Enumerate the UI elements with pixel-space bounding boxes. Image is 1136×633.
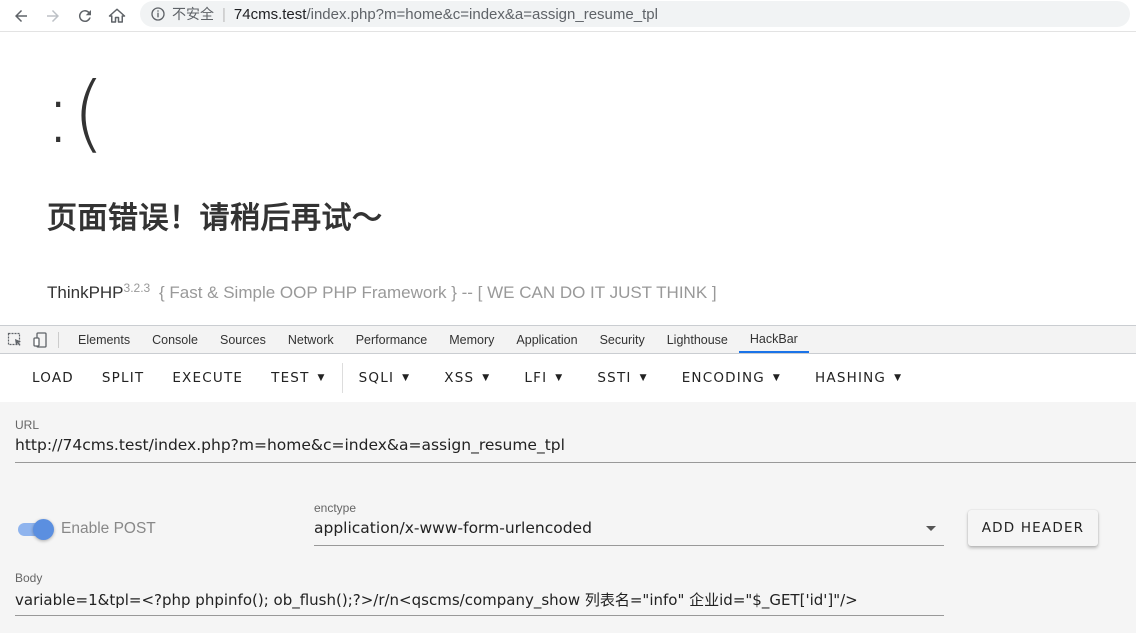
tab-performance[interactable]: Performance [345, 326, 439, 353]
tab-memory[interactable]: Memory [438, 326, 505, 353]
caret-down-icon: ▼ [555, 373, 564, 383]
caret-down-icon: ▼ [894, 373, 903, 383]
device-icon [33, 331, 47, 348]
lfi-dropdown[interactable]: LFI ▼ [510, 360, 577, 396]
error-message: 页面错误！请稍后再试～ [47, 201, 383, 236]
toggle-knob [33, 519, 54, 540]
reload-button[interactable] [69, 2, 101, 30]
address-separator: | [222, 5, 226, 23]
encoding-dropdown[interactable]: ENCODING ▼ [668, 360, 795, 396]
url-host: 74cms.test [233, 5, 307, 23]
framework-link[interactable]: ThinkPHP [47, 283, 124, 302]
body-field-label: Body [15, 571, 43, 585]
home-button[interactable] [101, 2, 133, 30]
browser-toolbar: 不安全 | 74cms.test /index.php?m=home&c=ind… [0, 0, 1136, 32]
tab-lighthouse[interactable]: Lighthouse [656, 326, 739, 353]
tab-console[interactable]: Console [141, 326, 209, 353]
sad-face: :( [44, 64, 106, 162]
sqli-dropdown-label: SQLI [358, 370, 395, 386]
enctype-label: enctype [314, 501, 357, 515]
arrow-right-icon [47, 9, 59, 22]
ssti-dropdown[interactable]: SSTI ▼ [583, 360, 661, 396]
enctype-select[interactable]: application/x-www-form-urlencoded [314, 519, 592, 537]
body-field[interactable]: variable=1&tpl=<?php phpinfo(); ob_flush… [15, 589, 858, 610]
reload-icon [78, 9, 91, 22]
tab-elements[interactable]: Elements [67, 326, 141, 353]
forward-button[interactable] [37, 2, 69, 30]
tab-application[interactable]: Application [505, 326, 588, 353]
tab-security[interactable]: Security [589, 326, 656, 353]
body-field-underline [15, 615, 944, 616]
caret-down-icon: ▼ [482, 373, 491, 383]
hackbar-form: URL http://74cms.test/index.php?m=home&c… [0, 402, 1136, 633]
add-header-button[interactable]: ADD HEADER [968, 510, 1098, 546]
devtools-panel: Elements Console Sources Network Perform… [0, 325, 1136, 633]
devtools-tabbar: Elements Console Sources Network Perform… [0, 326, 1136, 354]
ssti-dropdown-label: SSTI [597, 370, 632, 386]
hashing-dropdown[interactable]: HASHING ▼ [801, 360, 916, 396]
hashing-dropdown-label: HASHING [815, 370, 887, 386]
arrow-left-icon [15, 9, 27, 22]
caret-down-icon: ▼ [639, 373, 648, 383]
device-toolbar-button[interactable] [28, 327, 54, 353]
sqli-dropdown[interactable]: SQLI ▼ [345, 360, 425, 396]
tab-sources[interactable]: Sources [209, 326, 277, 353]
test-dropdown-label: TEST [271, 370, 310, 386]
caret-down-icon: ▼ [402, 373, 411, 383]
url-field-label: URL [15, 418, 40, 432]
encoding-dropdown-label: ENCODING [681, 370, 765, 386]
address-bar[interactable]: 不安全 | 74cms.test /index.php?m=home&c=ind… [140, 1, 1130, 27]
framework-version: 3.2.3 [123, 281, 151, 295]
enctype-underline [314, 545, 944, 546]
tab-network[interactable]: Network [277, 326, 345, 353]
load-button[interactable]: LOAD [18, 360, 88, 396]
framework-slogan: { Fast & Simple OOP PHP Framework } -- [… [158, 283, 717, 302]
inspect-element-button[interactable] [2, 327, 28, 353]
hackbar-menu: LOAD SPLIT EXECUTE TEST ▼ SQLI ▼ XSS ▼ LFI ▼… [0, 354, 1136, 402]
caret-down-icon: ▼ [772, 373, 782, 383]
insecure-label: 不安全 [172, 7, 214, 23]
info-icon[interactable] [150, 6, 166, 22]
execute-button[interactable]: EXECUTE [158, 360, 257, 396]
inspect-icon [7, 332, 21, 346]
url-path: /index.php?m=home&c=index&a=assign_resum… [306, 5, 658, 23]
lfi-dropdown-label: LFI [524, 370, 548, 386]
xss-dropdown[interactable]: XSS ▼ [430, 360, 504, 396]
url-field-underline [15, 462, 1136, 463]
enctype-caret-icon[interactable] [926, 526, 936, 531]
tabbar-divider [58, 331, 59, 348]
home-icon [108, 8, 126, 23]
test-dropdown[interactable]: TEST ▼ [257, 360, 340, 396]
back-button[interactable] [5, 2, 37, 30]
split-button[interactable]: SPLIT [88, 360, 158, 396]
framework-footer: ThinkPHP3.2.3 { Fast & Simple OOP PHP Fr… [47, 281, 717, 303]
tab-hackbar[interactable]: HackBar [738, 326, 809, 353]
menu-divider [341, 363, 343, 393]
enable-post-toggle[interactable] [16, 518, 54, 540]
xss-dropdown-label: XSS [444, 370, 475, 386]
caret-down-icon: ▼ [317, 373, 326, 383]
enable-post-label: Enable POST [61, 520, 156, 537]
error-page: :( 页面错误！请稍后再试～ ThinkPHP3.2.3 { Fast & Si… [0, 33, 1136, 325]
url-field[interactable]: http://74cms.test/index.php?m=home&c=ind… [15, 436, 565, 454]
